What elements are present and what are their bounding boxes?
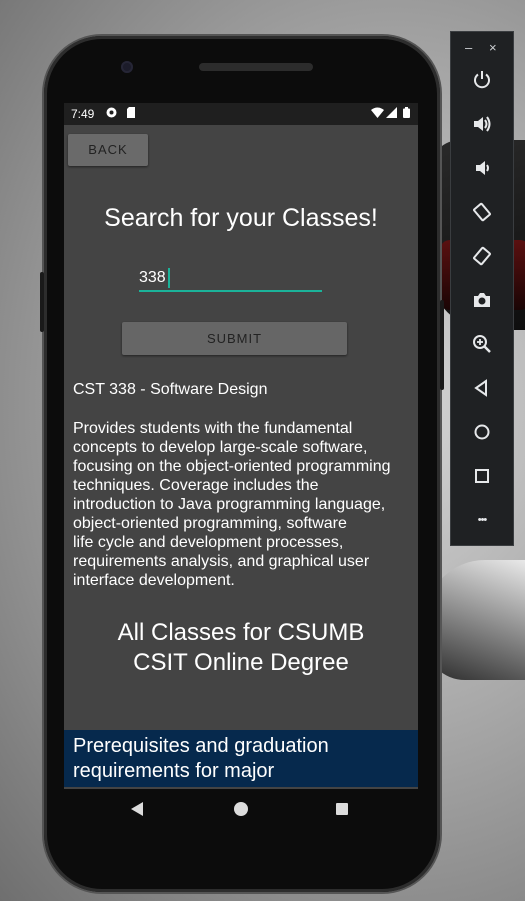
back-icon[interactable]	[467, 373, 497, 403]
status-time: 7:49	[71, 107, 95, 121]
close-button[interactable]: ×	[489, 40, 497, 55]
course-description-line: Provides students with the fundamental	[73, 420, 353, 437]
more-icon[interactable]: •••	[467, 505, 497, 535]
emulator-toolbar: – × •••	[450, 31, 514, 546]
volume-down-icon[interactable]	[467, 153, 497, 183]
background-car-chrome	[425, 560, 525, 680]
zoom-icon[interactable]	[467, 329, 497, 359]
overview-icon[interactable]	[467, 461, 497, 491]
battery-icon	[403, 107, 410, 121]
course-description-line: object-oriented programming, software	[73, 515, 347, 532]
course-description-line: introduction to Java programming languag…	[73, 496, 386, 513]
course-title: CST 338 - Software Design	[73, 381, 268, 398]
rotate-right-icon[interactable]	[467, 241, 497, 271]
submit-button[interactable]: SUBMIT	[122, 322, 347, 355]
all-classes-line: All Classes for CSUMB	[117, 619, 365, 646]
phone-side-button	[40, 272, 44, 332]
earpiece-speaker	[199, 63, 313, 71]
course-description-line: concepts to develop large-scale software…	[73, 439, 368, 456]
course-description-line: techniques. Coverage includes the	[73, 477, 319, 494]
navigation-bar	[64, 789, 418, 833]
power-icon[interactable]	[467, 65, 497, 95]
course-description-line: focusing on the object-oriented programm…	[73, 458, 391, 475]
minimize-button[interactable]: –	[465, 40, 472, 55]
status-bar: 7:49	[64, 103, 418, 125]
nav-home-icon[interactable]	[234, 802, 248, 816]
wifi-icon	[371, 107, 384, 121]
prerequisites-line: Prerequisites and graduation	[73, 735, 329, 757]
settings-status-icon	[106, 107, 117, 121]
course-search-input[interactable]	[139, 266, 322, 292]
phone-screen: 7:49 BACK Search for your Classes! SUBMI…	[64, 103, 418, 789]
course-description-line: interface development.	[73, 572, 235, 589]
signal-icon	[386, 107, 397, 121]
page-title: Search for your Classes!	[104, 204, 378, 232]
sd-card-icon	[126, 107, 136, 121]
front-camera	[121, 61, 133, 73]
prerequisites-line: requirements for major	[73, 760, 275, 782]
course-description-line: requirements analysis, and graphical use…	[73, 553, 370, 570]
emulator-window-controls: – ×	[451, 40, 513, 56]
back-button[interactable]: BACK	[68, 134, 148, 166]
all-classes-link[interactable]: All Classes for CSUMB CSIT Online Degree	[64, 618, 418, 678]
nav-back-icon[interactable]	[131, 802, 143, 816]
phone-volume-button	[440, 300, 444, 390]
prerequisites-link[interactable]: Prerequisites and graduation requirement…	[64, 730, 418, 787]
nav-recents-icon[interactable]	[336, 803, 348, 815]
volume-up-icon[interactable]	[467, 109, 497, 139]
rotate-left-icon[interactable]	[467, 197, 497, 227]
home-icon[interactable]	[467, 417, 497, 447]
all-classes-line: CSIT Online Degree	[133, 649, 349, 676]
camera-icon[interactable]	[467, 285, 497, 315]
course-description-line: life cycle and development processes,	[73, 534, 344, 551]
course-description: Provides students with the fundamental c…	[73, 419, 413, 590]
text-cursor	[168, 268, 170, 288]
